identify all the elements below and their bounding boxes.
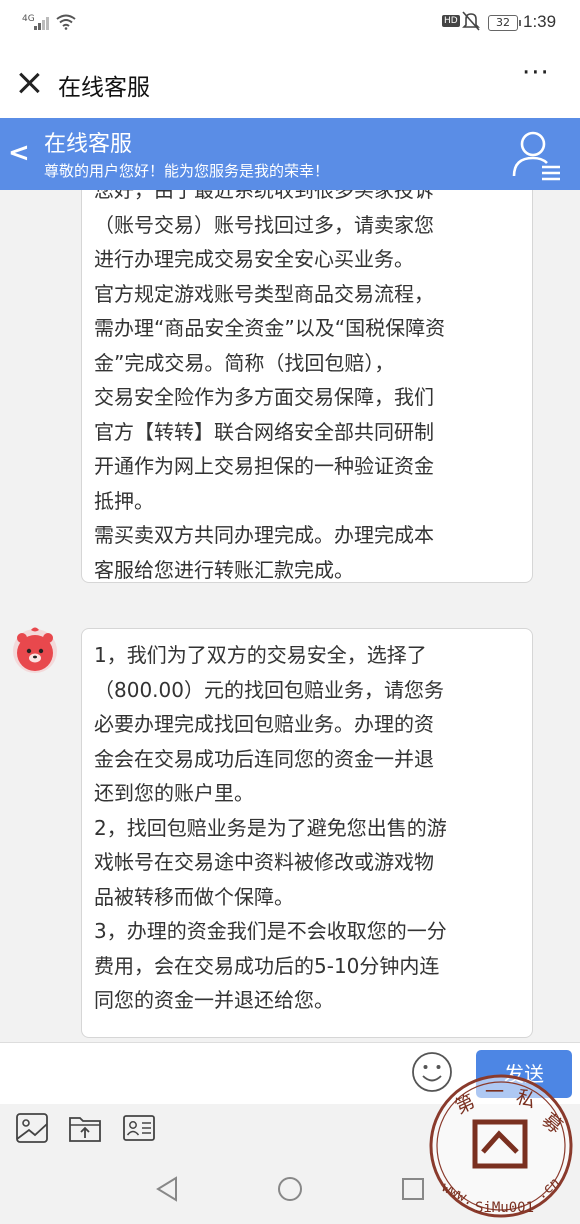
nav-back-icon[interactable] — [152, 1174, 182, 1204]
signal-icon — [34, 16, 50, 30]
status-bar: 4G HD 32 1:39 — [0, 0, 580, 48]
service-subtitle: 尊敬的用户您好！能为您服务是我的荣幸！ — [44, 162, 330, 180]
battery-level: 32 — [488, 15, 521, 31]
message-line: 进行办理完成交易安全安心买业务。 — [94, 247, 414, 271]
message-bubble: 1，我们为了双方的交易安全，选择了 （800.00）元的找回包赔业务，请您务 必… — [81, 628, 533, 1038]
message-line: 官方【转转】联合网络安全部共同研制 — [94, 419, 434, 444]
clock-time: 1:39 — [523, 12, 557, 31]
more-options-icon[interactable]: ··· — [522, 58, 550, 88]
message-line: 客服给您进行转账汇款完成。 — [94, 557, 354, 582]
back-chevron-icon[interactable]: < — [8, 138, 30, 168]
message-line: 必要办理完成找回包赔业务。办理的资 — [94, 712, 434, 736]
message-line: 同您的资金一并退还给您。 — [94, 988, 334, 1012]
message-bubble: 您好，由于最近系统收到很多买家投诉 （账号交易）账号找回过多，请卖家您 进行办理… — [81, 190, 533, 583]
attachment-toolbar — [0, 1104, 580, 1154]
image-icon[interactable] — [15, 1112, 49, 1144]
send-button[interactable]: 发送 — [476, 1050, 572, 1098]
message-line: 抵押。 — [94, 488, 154, 513]
message-line: 品被转移而做个保障。 — [94, 884, 294, 909]
close-icon[interactable] — [14, 68, 44, 98]
service-header: < 在线客服 尊敬的用户您好！能为您服务是我的荣幸！ — [0, 118, 580, 190]
message-line: 3，办理的资金我们是不会收取您的一分 — [94, 919, 447, 943]
message-line: 需买卖双方共同办理完成。办理完成本 — [94, 523, 434, 547]
nav-home-icon[interactable] — [275, 1174, 305, 1204]
message-line: 您好，由于最近系统收到很多买家投诉 — [94, 190, 434, 202]
message-line: 戏帐号在交易途中资料被修改或游戏物 — [94, 850, 434, 874]
message-line: 开通作为网上交易担保的一种验证资金 — [94, 454, 434, 478]
message-line: 官方规定游戏账号类型商品交易流程， — [94, 281, 434, 306]
nav-recents-icon[interactable] — [398, 1174, 428, 1204]
message-line: 费用，会在交易成功后的5-10分钟内连 — [94, 953, 440, 978]
folder-upload-icon[interactable] — [68, 1112, 102, 1144]
message-line: （账号交易）账号找回过多，请卖家您 — [94, 212, 434, 237]
id-card-icon[interactable] — [122, 1112, 156, 1144]
message-line: 1，我们为了双方的交易安全，选择了 — [94, 643, 427, 667]
message-input[interactable] — [0, 1043, 400, 1103]
message-input-bar: 发送 — [0, 1042, 580, 1104]
emoji-icon[interactable] — [411, 1051, 453, 1093]
message-line: 需办理“商品安全资金”以及“国税保障资 — [94, 316, 446, 340]
chat-messages[interactable]: 您好，由于最近系统收到很多买家投诉 （账号交易）账号找回过多，请卖家您 进行办理… — [0, 190, 580, 1042]
app-title: 在线客服 — [58, 75, 150, 101]
message-line: 金”完成交易。简称（找回包赔）， — [94, 350, 395, 375]
app-bar: 在线客服 ··· — [0, 48, 580, 118]
message-line: 还到您的账户里。 — [94, 781, 254, 805]
wifi-icon — [56, 14, 76, 34]
message-line: 金会在交易成功后连同您的资金一并退 — [94, 746, 434, 771]
mute-bell-icon — [462, 11, 480, 36]
user-profile-icon[interactable] — [510, 128, 564, 182]
message-line: （800.00）元的找回包赔业务，请您务 — [94, 677, 444, 702]
system-nav-bar — [0, 1154, 580, 1224]
network-label: 4G — [22, 14, 35, 24]
service-title: 在线客服 — [44, 132, 133, 157]
message-line: 交易安全险作为多方面交易保障，我们 — [94, 385, 434, 409]
message-line: 2，找回包赔业务是为了避免您出售的游 — [94, 815, 447, 840]
hd-icon: HD — [442, 15, 460, 27]
agent-avatar — [13, 627, 57, 673]
